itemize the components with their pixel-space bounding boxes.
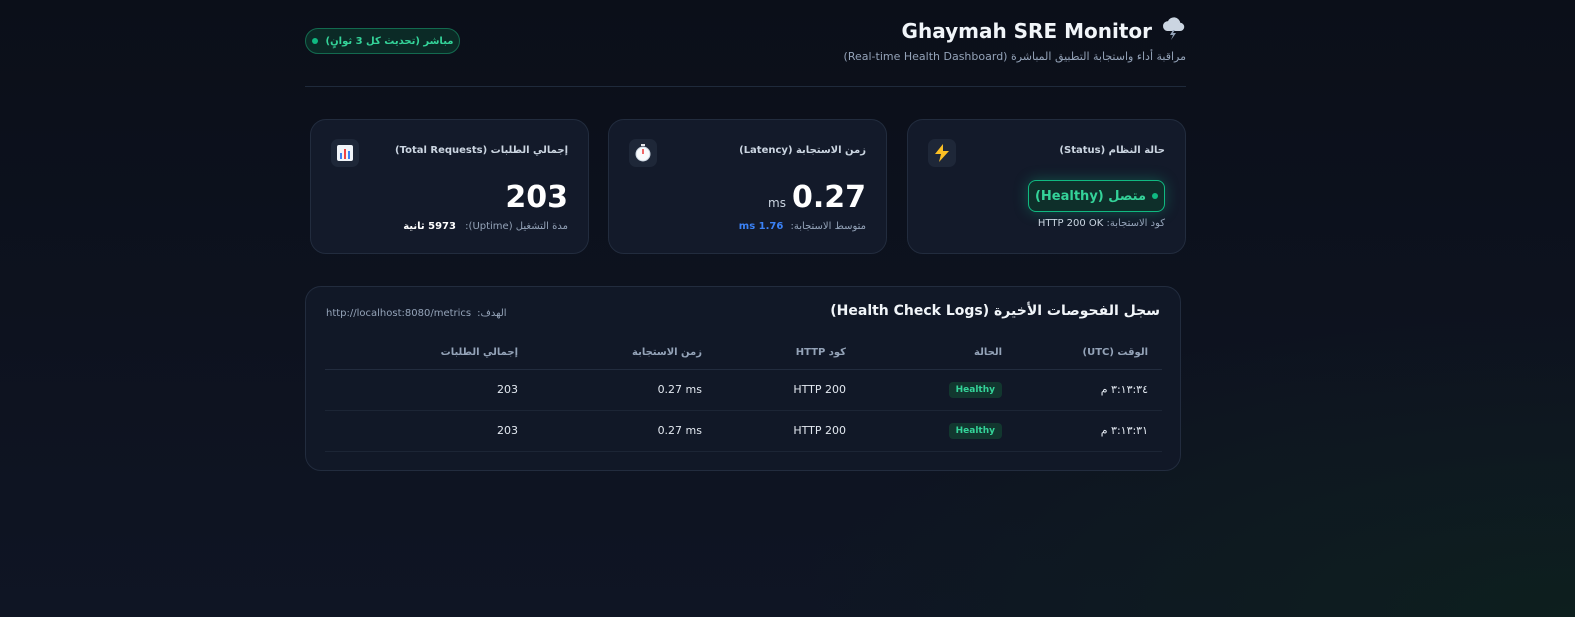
- latency-average: متوسط الاستجابة: 1.76 ms: [739, 221, 866, 232]
- status-pill: متصل (Healthy): [1028, 180, 1165, 212]
- dashboard: Ghaymah SRE Monitor مراقبة أداء واستجابة…: [305, 0, 1186, 471]
- col-state: الحالة: [846, 337, 1002, 370]
- cell-latency: 0.27 ms: [518, 410, 702, 452]
- cell-code: HTTP 200: [702, 369, 846, 411]
- table-row: ٣:١٣:٣٤ م Healthy HTTP 200 0.27 ms 203: [325, 369, 1162, 411]
- logs-panel: سجل الفحوصات الأخيرة (Health Check Logs)…: [305, 286, 1181, 471]
- latency-card: زمن الاستجابة (Latency) ms 0.27 متوسط ال…: [608, 119, 887, 254]
- status-badge: Healthy: [948, 422, 1002, 439]
- requests-value: 203: [505, 180, 568, 215]
- logs-table: الوقت (UTC) الحالة كود HTTP زمن الاستجاب…: [325, 337, 1162, 452]
- latency-value-row: ms 0.27: [768, 180, 866, 215]
- col-total: إجمالي الطلبات: [325, 337, 518, 370]
- col-code: كود HTTP: [702, 337, 846, 370]
- cell-latency: 0.27 ms: [518, 369, 702, 411]
- uptime-label: مدة التشغيل (Uptime):: [465, 221, 568, 232]
- logs-target: الهدف: http://localhost:8080/metrics: [326, 308, 507, 319]
- live-badge: مباشر (تحديث كل 3 ثوانٍ): [305, 28, 460, 54]
- status-foot-label: كود الاستجابة:: [1106, 218, 1165, 229]
- requests-card-label: إجمالي الطلبات (Total Requests): [395, 145, 568, 156]
- latency-card-label: زمن الاستجابة (Latency): [739, 145, 866, 156]
- status-card: حالة النظام (Status) متصل (Healthy) كود …: [907, 119, 1186, 254]
- cell-state: Healthy: [846, 410, 1002, 452]
- status-footer: كود الاستجابة: HTTP 200 OK: [1038, 218, 1165, 229]
- requests-card: إجمالي الطلبات (Total Requests) 203 مدة …: [310, 119, 589, 254]
- page-title: Ghaymah SRE Monitor: [901, 19, 1152, 43]
- page-header: Ghaymah SRE Monitor مراقبة أداء واستجابة…: [305, 0, 1186, 87]
- latency-text: 0.27 ms: [657, 383, 702, 396]
- status-badge: Healthy: [948, 381, 1002, 398]
- bar-chart-icon: [331, 139, 359, 167]
- latency-text: 0.27 ms: [657, 424, 702, 437]
- live-badge-label: مباشر (تحديث كل 3 ثوانٍ): [325, 35, 454, 47]
- cell-total: 203: [325, 369, 518, 411]
- target-url: http://localhost:8080/metrics: [326, 308, 472, 319]
- metric-cards: حالة النظام (Status) متصل (Healthy) كود …: [305, 119, 1186, 254]
- status-value: متصل (Healthy): [1034, 188, 1147, 204]
- status-card-label: حالة النظام (Status): [1059, 145, 1165, 156]
- target-label: الهدف:: [477, 308, 507, 319]
- requests-value-row: 203: [505, 180, 568, 215]
- cell-time: ٣:١٣:٣٤ م: [1002, 369, 1162, 411]
- page-subtitle: مراقبة أداء واستجابة التطبيق المباشرة (R…: [843, 50, 1186, 63]
- title-row: Ghaymah SRE Monitor: [902, 16, 1186, 46]
- cell-total: 203: [325, 410, 518, 452]
- col-latency: زمن الاستجابة: [518, 337, 702, 370]
- table-header-row: الوقت (UTC) الحالة كود HTTP زمن الاستجاب…: [325, 337, 1162, 370]
- cell-code: HTTP 200: [702, 410, 846, 452]
- uptime-value: 5973 ثانية: [403, 221, 456, 232]
- lightning-icon: [928, 139, 956, 167]
- latency-avg-label: متوسط الاستجابة:: [790, 221, 866, 232]
- uptime: مدة التشغيل (Uptime): 5973 ثانية: [403, 221, 568, 232]
- col-time: الوقت (UTC): [1002, 337, 1162, 370]
- cell-time: ٣:١٣:٣١ م: [1002, 410, 1162, 452]
- latency-value: 0.27: [791, 180, 866, 215]
- latency-unit: ms: [768, 196, 786, 210]
- status-foot-value: HTTP 200 OK: [1037, 218, 1104, 229]
- table-row: ٣:١٣:٣١ م Healthy HTTP 200 0.27 ms 203: [325, 410, 1162, 452]
- stopwatch-icon: [629, 139, 657, 167]
- logs-title: سجل الفحوصات الأخيرة (Health Check Logs): [830, 303, 1160, 319]
- status-dot-icon: [1152, 193, 1159, 199]
- live-dot-icon: [311, 38, 318, 44]
- cloud-lightning-icon: [1160, 16, 1186, 46]
- cell-state: Healthy: [846, 369, 1002, 411]
- latency-avg-value: 1.76 ms: [738, 221, 784, 232]
